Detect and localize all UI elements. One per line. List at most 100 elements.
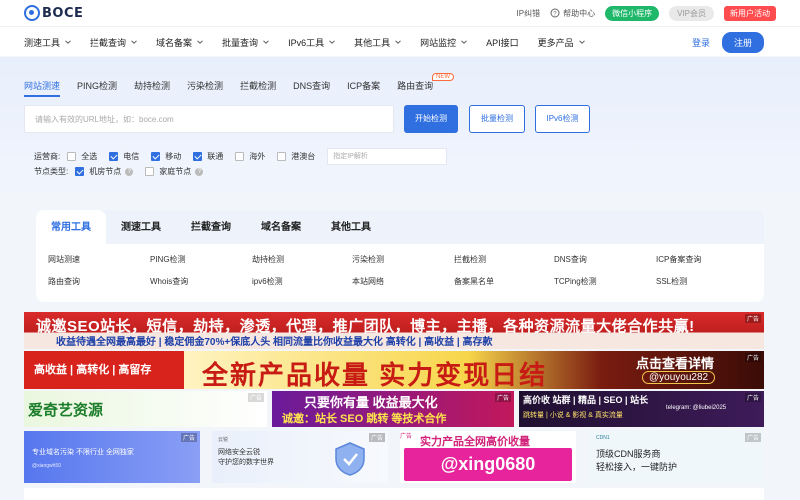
tool-link[interactable]: 拦截检测	[454, 254, 486, 265]
option-operators[interactable]: 海外	[235, 151, 265, 162]
help-center-label: 帮助中心	[563, 8, 596, 18]
ad-banner-domain[interactable]: 专业域名污染 不限行业 全网独家 @xiangwh50 广告	[24, 431, 200, 483]
nav-item[interactable]: 域名备案	[156, 36, 203, 49]
ad-text: 轻松接入，一键防护	[596, 462, 678, 472]
option-label: 港澳台	[291, 152, 316, 161]
start-check-button[interactable]: 开始检测	[404, 105, 458, 133]
help-center-link[interactable]: ? 帮助中心	[550, 8, 595, 19]
register-button[interactable]: 注册	[721, 32, 764, 53]
chevron-down-icon	[578, 40, 585, 44]
login-link[interactable]: 登录	[692, 36, 710, 49]
checkbox[interactable]	[145, 167, 155, 176]
check-tab[interactable]: 路由查询	[397, 79, 433, 97]
ad-banner-xing[interactable]: 广告 实力产品全网高价收量 @xing0680	[400, 431, 576, 483]
nav-item[interactable]: IPv6工具	[288, 36, 335, 49]
check-tab[interactable]: 劫持检测	[134, 79, 170, 97]
tool-link[interactable]: DNS查询	[554, 254, 587, 265]
ad-tag: 广告	[494, 393, 511, 402]
checkbox[interactable]	[193, 152, 203, 161]
tool-link[interactable]: 路由查询	[48, 276, 80, 287]
tool-tab[interactable]: 测速工具	[106, 210, 176, 244]
nav-item[interactable]: 更多产品	[538, 36, 585, 49]
ad-banner-iqiyi[interactable]: 爱奇艺资源 广告	[24, 391, 267, 427]
checkbox[interactable]	[75, 167, 85, 176]
ad-text: 实力产品全网高价收量	[420, 436, 530, 448]
ad-banner-high-price[interactable]: 高价收 站群 | 精品 | SEO | 站长 跳转量 | 小说 & 影视 & 真…	[519, 391, 764, 427]
tool-link[interactable]: 本站网络	[352, 276, 384, 287]
tool-link[interactable]: 备案黑名单	[454, 276, 494, 287]
ad-banner-seo[interactable]: 诚邀SEO站长，短信，劫持，渗透，代理，推广团队，博主，主播，各种资源流量大佬合…	[24, 312, 764, 349]
check-tab[interactable]: PING检测	[77, 79, 117, 97]
ipv6-check-button[interactable]: IPv6检测	[535, 105, 590, 133]
main-nav: 测速工具 拦截查询 域名备案 批量查询 IPv6工具 其他工具 网站监控 API接口 更多产品 …	[0, 26, 800, 56]
tool-link[interactable]: 劫持检测	[252, 254, 284, 265]
new-badge: NEW	[432, 73, 454, 81]
ad-banner-new-product[interactable]: 高收益 | 高转化 | 高留存 全新产品收量 实力变现日结 点击查看详情 @yo…	[24, 351, 764, 389]
option-nodes[interactable]: 家庭节点?	[145, 166, 204, 177]
tool-link[interactable]: SSL检测	[656, 276, 687, 287]
option-operators[interactable]: 联通	[193, 151, 223, 162]
specified-ip-input[interactable]: 指定IP解析	[327, 148, 448, 165]
checkbox[interactable]	[235, 152, 245, 161]
option-label: 机房节点	[89, 167, 122, 176]
new-user-promo-button[interactable]: 新用户活动	[724, 5, 776, 21]
ad-text: 全新产品收量 实力变现日结	[202, 360, 548, 389]
checkbox[interactable]	[277, 152, 287, 161]
tool-tab[interactable]: 拦截查询	[176, 210, 246, 244]
brand-logo[interactable]: BOCE	[24, 5, 83, 21]
batch-check-button[interactable]: 批量检测	[469, 105, 525, 133]
option-operators[interactable]: 移动	[151, 151, 181, 162]
tool-tab[interactable]: 域名备案	[246, 210, 316, 244]
nav-item[interactable]: 其他工具	[354, 36, 401, 49]
nav-item[interactable]: 测速工具	[24, 36, 71, 49]
node-type-label: 节点类型:	[34, 167, 69, 176]
nav-item-label: IPv6工具	[288, 37, 325, 48]
checkbox[interactable]	[109, 152, 119, 161]
tool-link[interactable]: 网站测速	[48, 254, 80, 265]
nav-item[interactable]: API接口	[486, 36, 519, 49]
nav-item-label: 批量查询	[222, 37, 259, 48]
vip-button[interactable]: VIP会员	[669, 5, 714, 21]
tool-link[interactable]: PING检测	[150, 254, 186, 265]
tool-tab[interactable]: 常用工具	[36, 210, 106, 244]
checkbox[interactable]	[67, 152, 77, 161]
ad-banner-traffic[interactable]: 只要你有量 收益最大化 诚邀：站长 SEO 跳转 等技术合作 广告	[272, 391, 514, 427]
ad-tag: 广告	[400, 434, 413, 440]
option-nodes[interactable]: 机房节点?	[75, 166, 134, 177]
option-operators[interactable]: 港澳台	[277, 151, 315, 162]
tool-link[interactable]: ICP备案查询	[656, 254, 701, 265]
check-tab[interactable]: 网站测速	[24, 79, 61, 97]
ad-text: 专业域名污染 不限行业 全网独家	[32, 449, 134, 456]
chevron-down-icon	[65, 40, 71, 44]
ad-tag: 广告	[368, 433, 385, 442]
check-tab[interactable]: 拦截检测	[240, 79, 276, 97]
url-search-input[interactable]: 请输入有效的URL地址，如：boce.com	[24, 105, 394, 133]
tool-link[interactable]: Whois查询	[150, 276, 188, 287]
nav-item[interactable]: 网站监控	[420, 36, 467, 49]
help-icon[interactable]: ?	[125, 167, 134, 176]
nav-item[interactable]: 拦截查询	[90, 36, 137, 49]
check-tab[interactable]: ICP备案	[347, 79, 380, 97]
option-operators[interactable]: 全选	[67, 151, 97, 162]
top-bar: BOCE IP纠错 ? 帮助中心 微信小程序 VIP会员 新用户活动	[0, 0, 800, 26]
operator-options: 运营商: 全选 电信 移动 联通 海外 港澳台 指定IP解析	[34, 148, 448, 165]
nav-item[interactable]: 批量查询	[222, 36, 269, 49]
check-tab[interactable]: DNS查询	[293, 79, 330, 97]
nav-item-label: 其他工具	[354, 37, 391, 48]
ad-banner-security[interactable]: 云锐 网络安全云锐 守护您的数字世界 广告	[212, 431, 388, 483]
check-tab[interactable]: 污染检测	[187, 79, 223, 97]
option-operators[interactable]: 电信	[109, 151, 139, 162]
ad-text: @xiangwh50	[32, 463, 61, 469]
ip-report-link[interactable]: IP纠错	[517, 8, 541, 19]
ad-brand: 云锐	[218, 437, 229, 443]
ad-tag: 广告	[744, 314, 761, 323]
tool-link[interactable]: ipv6检测	[252, 276, 283, 287]
tool-link[interactable]: 污染检测	[352, 254, 384, 265]
help-icon: ?	[550, 8, 560, 18]
tool-link[interactable]: TCPing检测	[554, 276, 597, 287]
mini-program-button[interactable]: 微信小程序	[605, 5, 660, 21]
tool-tab[interactable]: 其他工具	[316, 210, 386, 244]
checkbox[interactable]	[151, 152, 161, 161]
ad-banner-cdn[interactable]: CDN1 顶级CDN服务商 轻松接入，一键防护 广告	[588, 431, 764, 483]
help-icon[interactable]: ?	[195, 167, 204, 176]
